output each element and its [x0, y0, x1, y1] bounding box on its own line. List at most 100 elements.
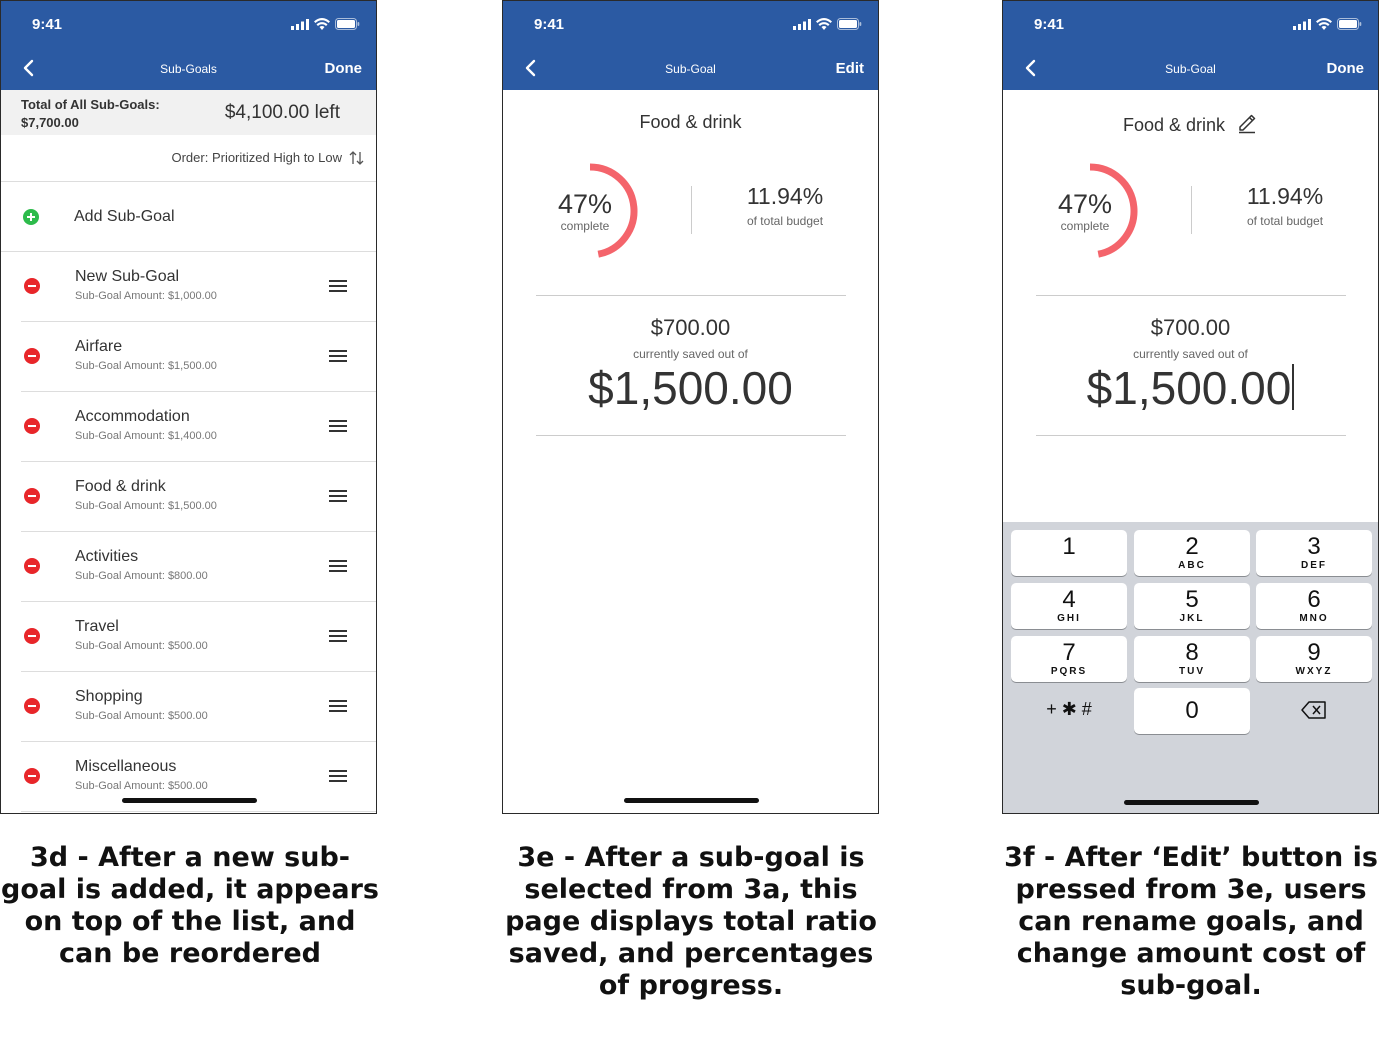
drag-handle-icon[interactable] — [329, 560, 347, 572]
percent-complete-label: complete — [1060, 219, 1110, 233]
percent-complete-label: complete — [560, 219, 610, 233]
divider — [1036, 295, 1346, 296]
list-item[interactable]: New Sub-Goal Sub-Goal Amount: $1,000.00 — [21, 252, 376, 322]
add-subgoal-label: Add Sub-Goal — [74, 208, 175, 225]
subgoal-name: Miscellaneous — [75, 758, 177, 775]
screen-3e: 9:41 Sub-Goal Edit Food & drink 47% comp… — [502, 0, 879, 814]
drag-handle-icon[interactable] — [329, 420, 347, 432]
remove-circle-icon[interactable] — [24, 558, 40, 574]
key-letters: WXYZ — [1295, 666, 1333, 677]
saved-amount: $700.00 — [650, 315, 731, 340]
subgoals-summary: Total of All Sub-Goals: $7,700.00 $4,100… — [1, 90, 376, 135]
subgoal-name: Food & drink — [75, 478, 166, 495]
divider — [536, 295, 846, 296]
subgoal-name: Airfare — [75, 338, 123, 355]
battery-icon — [1337, 18, 1362, 30]
list-item[interactable]: Accommodation Sub-Goal Amount: $1,400.00 — [21, 392, 376, 462]
list-item[interactable]: Activities Sub-Goal Amount: $800.00 — [21, 532, 376, 602]
subgoal-name: Activities — [75, 548, 139, 565]
list-item[interactable]: Food & drink Sub-Goal Amount: $1,500.00 — [21, 462, 376, 532]
subgoal-amount: Sub-Goal Amount: $1,000.00 — [75, 290, 217, 302]
key-digit: 5 — [1185, 586, 1199, 613]
status-time: 9:41 — [1034, 16, 1065, 33]
subgoal-name: Travel — [75, 618, 119, 635]
drag-handle-icon[interactable] — [329, 770, 347, 782]
target-amount[interactable]: $1,500.00 — [1087, 362, 1292, 414]
subgoal-amount: Sub-Goal Amount: $1,500.00 — [75, 360, 217, 372]
sort-arrows-icon[interactable] — [348, 149, 366, 167]
add-subgoal-button[interactable]: Add Sub-Goal — [1, 183, 376, 252]
wifi-icon — [1316, 18, 1332, 30]
done-button[interactable]: Done — [325, 60, 363, 77]
key-digit: 2 — [1185, 533, 1199, 560]
status-icons — [793, 18, 862, 30]
key-letters: ABC — [1178, 560, 1206, 571]
goal-name[interactable]: Food & drink — [1123, 115, 1225, 135]
drag-handle-icon[interactable] — [329, 490, 347, 502]
remove-circle-icon[interactable] — [24, 768, 40, 784]
budget-share: 11.94% — [1246, 183, 1324, 209]
budget-share-label: of total budget — [1246, 214, 1324, 228]
drag-handle-icon[interactable] — [329, 280, 347, 292]
status-icons — [291, 18, 360, 30]
percent-complete: 47% — [557, 189, 613, 219]
status-icons — [1293, 18, 1362, 30]
pencil-icon[interactable] — [1236, 112, 1258, 134]
key-letters: DEF — [1301, 560, 1327, 571]
symbols-key[interactable]: + ✱ # — [1011, 686, 1127, 732]
drag-handle-icon[interactable] — [329, 630, 347, 642]
saved-amount: $700.00 — [1150, 315, 1231, 340]
wifi-icon — [816, 18, 832, 30]
caption-3e: 3e - After a sub-goal is selected from 3… — [505, 842, 877, 1001]
done-button[interactable]: Done — [1327, 60, 1365, 77]
key-digit: 7 — [1062, 639, 1076, 666]
key-3[interactable]: 3 DEF — [1256, 530, 1372, 576]
list-item[interactable]: Travel Sub-Goal Amount: $500.00 — [21, 602, 376, 672]
key-digit: 0 — [1185, 697, 1199, 724]
home-indicator — [1123, 800, 1259, 805]
remove-circle-icon[interactable] — [24, 488, 40, 504]
key-7[interactable]: 7 PQRS — [1011, 636, 1127, 682]
status-time: 9:41 — [534, 16, 565, 33]
signal-icon — [793, 18, 811, 30]
key-0[interactable]: 0 — [1134, 688, 1250, 734]
remove-circle-icon[interactable] — [24, 348, 40, 364]
order-selector[interactable]: Order: Prioritized High to Low — [1, 135, 376, 182]
key-9[interactable]: 9 WXYZ — [1256, 636, 1372, 682]
list-item[interactable]: Shopping Sub-Goal Amount: $500.00 — [21, 672, 376, 742]
target-amount-input[interactable]: $1,500.00 — [1003, 361, 1378, 415]
list-item[interactable]: Airfare Sub-Goal Amount: $1,500.00 — [21, 322, 376, 392]
key-8[interactable]: 8 TUV — [1134, 636, 1250, 682]
remove-circle-icon[interactable] — [24, 278, 40, 294]
subgoal-amount: Sub-Goal Amount: $1,400.00 — [75, 430, 217, 442]
key-5[interactable]: 5 JKL — [1134, 583, 1250, 629]
add-circle-icon[interactable] — [23, 209, 39, 225]
key-2[interactable]: 2 ABC — [1134, 530, 1250, 576]
remove-circle-icon[interactable] — [24, 418, 40, 434]
goal-title-editable[interactable]: Food & drink — [1003, 112, 1378, 136]
key-letters: JKL — [1179, 613, 1205, 624]
subgoal-amount: Sub-Goal Amount: $1,500.00 — [75, 500, 217, 512]
divider — [536, 435, 846, 436]
key-4[interactable]: 4 GHI — [1011, 583, 1127, 629]
edit-button[interactable]: Edit — [836, 60, 864, 77]
key-letters: TUV — [1179, 666, 1205, 677]
caption-3f: 3f - After ‘Edit’ button is pressed from… — [1004, 842, 1378, 1001]
nav-title: Sub-Goal — [665, 62, 716, 76]
key-6[interactable]: 6 MNO — [1256, 583, 1372, 629]
subgoal-amount: Sub-Goal Amount: $500.00 — [75, 710, 208, 722]
delete-key[interactable] — [1256, 686, 1372, 732]
text-cursor — [1292, 364, 1295, 410]
remove-circle-icon[interactable] — [24, 628, 40, 644]
total-label: Total of All Sub-Goals: $7,700.00 — [21, 96, 160, 132]
key-digit: 8 — [1185, 639, 1199, 666]
drag-handle-icon[interactable] — [329, 700, 347, 712]
subgoal-name: New Sub-Goal — [75, 268, 180, 285]
remove-circle-icon[interactable] — [24, 698, 40, 714]
goal-title: Food & drink — [639, 112, 742, 132]
nav-bar: 9:41 Sub-Goals Done — [1, 1, 376, 90]
drag-handle-icon[interactable] — [329, 350, 347, 362]
divider — [1191, 186, 1192, 234]
key-digit: 1 — [1062, 533, 1076, 560]
key-1[interactable]: 1 — [1011, 530, 1127, 576]
